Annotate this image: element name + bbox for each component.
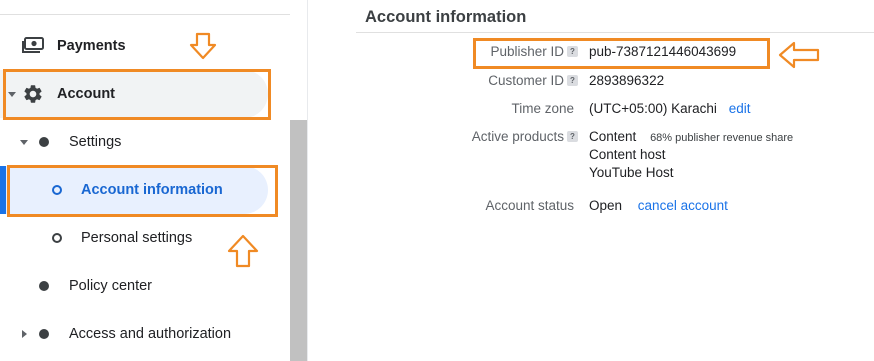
active-product-content: Content 68% publisher revenue share	[589, 129, 793, 144]
sidebar-item-access[interactable]: Access and authorization	[0, 310, 268, 358]
field-label: Account status	[485, 198, 574, 213]
active-products-label: Active products ?	[318, 129, 578, 144]
chevron-right-icon	[22, 330, 27, 338]
edit-time-zone-link[interactable]: edit	[729, 101, 751, 116]
revenue-share-note: 68% publisher revenue share	[650, 132, 794, 144]
sidebar-item-label: Personal settings	[81, 230, 193, 246]
time-zone-text: (UTC+05:00) Karachi	[589, 101, 717, 116]
sidebar-item-label: Policy center	[69, 278, 153, 294]
bullet-icon	[39, 329, 49, 339]
time-zone-label: Time zone	[318, 101, 574, 116]
sidebar-scrollbar-thumb[interactable]	[290, 120, 307, 361]
chevron-down-icon	[20, 140, 28, 145]
field-label: Customer ID	[488, 73, 564, 88]
time-zone-value: (UTC+05:00) Karachi edit	[589, 101, 750, 116]
sidebar-item-label: Settings	[69, 134, 122, 150]
payments-icon	[22, 37, 44, 53]
bullet-ring-icon	[52, 233, 62, 243]
account-status-label: Account status	[318, 198, 574, 213]
cancel-account-link[interactable]: cancel account	[638, 198, 728, 213]
arrow-left-icon	[778, 41, 820, 69]
highlight-box-publisher-id	[473, 38, 770, 69]
active-product-content-host: Content host	[589, 147, 666, 162]
account-status-value: Open cancel account	[589, 198, 728, 213]
arrow-down-icon	[189, 32, 217, 60]
highlight-box-account	[3, 69, 271, 120]
help-icon[interactable]: ?	[567, 75, 578, 86]
sidebar-item-settings[interactable]: Settings	[0, 118, 268, 166]
customer-id-label: Customer ID ?	[318, 73, 578, 88]
sidebar-item-label: Access and authorization	[69, 326, 232, 342]
active-product-youtube-host: YouTube Host	[589, 165, 674, 180]
bullet-icon	[39, 281, 49, 291]
field-label: Time zone	[511, 101, 574, 116]
help-icon[interactable]: ?	[567, 131, 578, 142]
field-label: Active products	[471, 129, 564, 144]
customer-id-value: 2893896322	[589, 73, 665, 88]
sidebar-item-label: Payments	[57, 38, 126, 54]
arrow-up-icon	[227, 234, 259, 268]
highlight-box-account-information	[7, 165, 278, 217]
bullet-icon	[39, 137, 49, 147]
title-divider	[356, 32, 874, 33]
product-name: Content	[589, 129, 637, 144]
sidebar-divider	[0, 14, 290, 15]
account-status-text: Open	[589, 198, 623, 213]
sidebar-item-payments[interactable]: Payments	[0, 22, 268, 70]
sidebar-item-policy-center[interactable]: Policy center	[0, 262, 268, 310]
main-divider	[307, 0, 308, 361]
page-title: Account information	[365, 8, 527, 26]
